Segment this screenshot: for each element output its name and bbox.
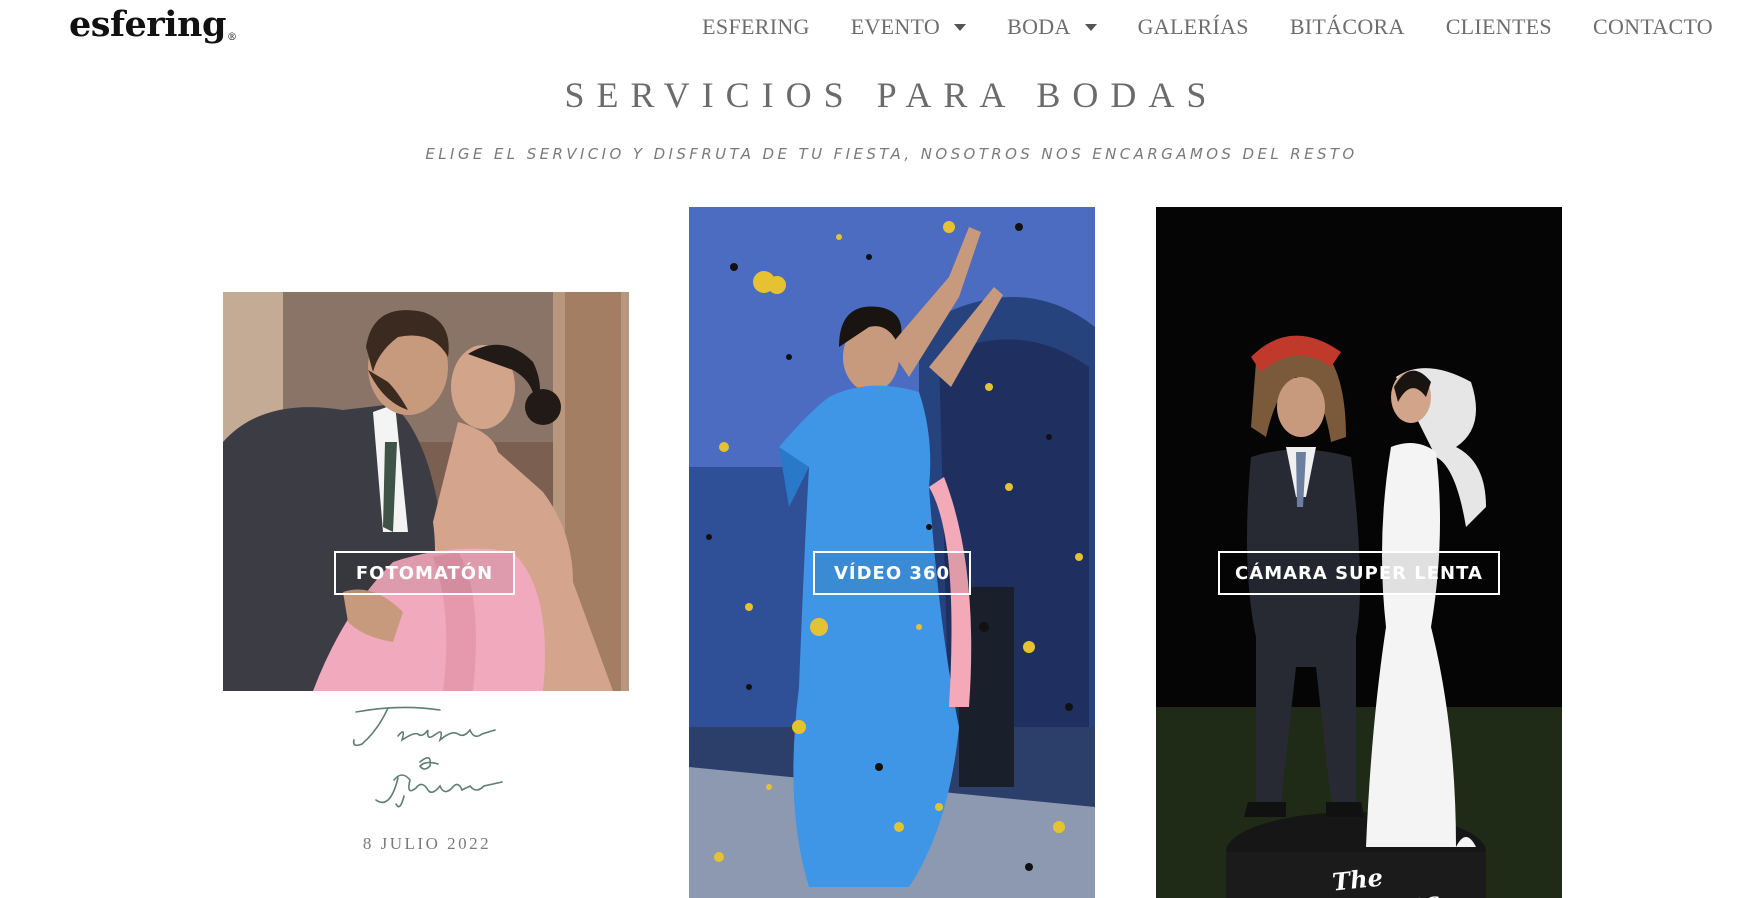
service-card-camara-super-lenta[interactable]: CÁMARA SUPER LENTA The Lorenzanos	[1156, 207, 1562, 898]
signature-teresa-ignacio	[352, 706, 503, 808]
video-360-button[interactable]: VÍDEO 360	[813, 551, 971, 595]
main-nav: ESFERING EVENTO BODA GALERÍAS BITÁCORA C…	[661, 14, 1713, 40]
page-title: SERVICIOS PARA BODAS	[564, 75, 1219, 115]
logo-text: esfering	[69, 4, 226, 45]
nav-item-contacto[interactable]: CONTACTO	[1593, 14, 1713, 40]
nav-item-bitacora[interactable]: BITÁCORA	[1290, 14, 1405, 40]
couple-kissing-photo	[223, 292, 629, 691]
nav-item-evento[interactable]: EVENTO	[851, 14, 967, 40]
nav-item-galerias[interactable]: GALERÍAS	[1138, 14, 1249, 40]
camara-super-lenta-button[interactable]: CÁMARA SUPER LENTA	[1218, 551, 1500, 595]
service-card-fotomaton[interactable]: FOTOMATÓN	[223, 292, 629, 691]
nav-item-clientes[interactable]: CLIENTES	[1446, 14, 1552, 40]
nav-item-esfering[interactable]: ESFERING	[702, 14, 810, 40]
page-subtitle: ELIGE EL SERVICIO Y DISFRUTA DE TU FIEST…	[425, 145, 1358, 163]
service-card-video-360[interactable]: VÍDEO 360	[689, 207, 1095, 898]
chevron-down-icon	[954, 23, 967, 31]
nav-item-boda[interactable]: BODA	[1007, 14, 1097, 40]
esfering-logo[interactable]: esfering®	[69, 4, 237, 45]
event-date: 8 JULIO 2022	[362, 834, 492, 853]
fotomaton-button[interactable]: FOTOMATÓN	[334, 551, 515, 595]
registered-mark: ®	[226, 32, 237, 43]
chevron-down-icon	[1084, 23, 1097, 31]
